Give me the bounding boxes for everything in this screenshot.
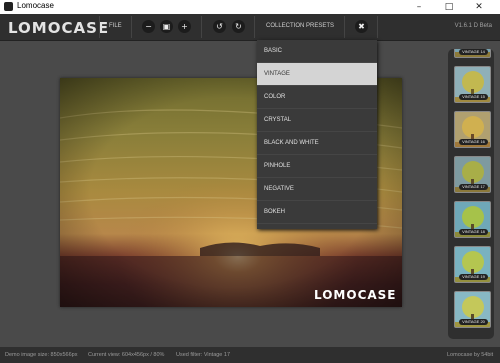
preset-negative[interactable]: NEGATIVE — [257, 178, 377, 201]
thumbnail-label: VINTAGE 18 — [459, 229, 488, 235]
thumbnail-label: VINTAGE 15 — [459, 94, 488, 100]
collection-presets-button[interactable]: COLLECTION PRESETS — [266, 23, 334, 29]
filter-thumbnail[interactable]: VINTAGE 19 — [454, 246, 491, 283]
filter-thumbnail[interactable]: VINTAGE 18 — [454, 201, 491, 238]
window-titlebar: Lomocase – □ ✕ — [0, 0, 500, 14]
preset-crystal[interactable]: CRYSTAL — [257, 109, 377, 132]
toolbar-divider — [131, 16, 132, 38]
thumbnail-label: VINTAGE 20 — [459, 319, 488, 325]
thumbnail-label: VINTAGE 17 — [459, 184, 488, 190]
build-status: Lomocase by 54bit — [447, 352, 494, 358]
maximize-icon[interactable]: □ — [434, 0, 464, 14]
preset-bokeh[interactable]: BOKEH — [257, 201, 377, 224]
toolbar-divider — [254, 16, 255, 38]
presets-dropdown: BASIC VINTAGE COLOR CRYSTAL BLACK AND WH… — [257, 40, 377, 229]
used-filter-status: Used filter: Vintage 17 — [176, 352, 231, 358]
fit-to-screen-icon[interactable]: ▣ — [160, 20, 173, 33]
toolbar-divider — [99, 16, 100, 38]
thumbnail-label: VINTAGE 14 — [459, 49, 488, 55]
preset-color[interactable]: COLOR — [257, 86, 377, 109]
toolbar-divider — [377, 16, 378, 38]
toolbar: LOMOCASE FILE − ▣ + ↺ ↻ COLLECTION PRESE… — [0, 14, 500, 41]
preset-pinhole[interactable]: PINHOLE — [257, 155, 377, 178]
zoom-in-icon[interactable]: + — [178, 20, 191, 33]
photo-watermark-logo: LOMOCASE — [314, 288, 397, 302]
filter-thumbnail[interactable]: VINTAGE 16 — [454, 111, 491, 148]
close-icon[interactable]: ✕ — [464, 0, 494, 14]
version-label: V1.6.1 D Beta — [454, 23, 492, 29]
app-icon — [4, 2, 13, 11]
file-menu-button[interactable]: FILE — [109, 23, 122, 29]
status-bar: Demo image size: 850x566px Current view:… — [0, 347, 500, 363]
close-presets-icon[interactable]: ✖ — [355, 20, 368, 33]
window-title: Lomocase — [17, 1, 54, 10]
minimize-icon[interactable]: – — [404, 0, 434, 14]
preset-black-and-white[interactable]: BLACK AND WHITE — [257, 132, 377, 155]
thumbnail-label: VINTAGE 16 — [459, 139, 488, 145]
preset-basic[interactable]: BASIC — [257, 40, 377, 63]
filter-thumbnail[interactable]: VINTAGE 20 — [454, 291, 491, 328]
app-logo: LOMOCASE — [8, 19, 110, 37]
zoom-out-icon[interactable]: − — [142, 20, 155, 33]
toolbar-divider — [344, 16, 345, 38]
filter-thumbnail[interactable]: VINTAGE 14 — [454, 49, 491, 58]
filter-thumbnails-panel: VINTAGE 14 VINTAGE 15 VINTAGE 16 VINTAGE… — [448, 49, 494, 339]
filter-thumbnail[interactable]: VINTAGE 17 — [454, 156, 491, 193]
toolbar-divider — [201, 16, 202, 38]
current-view-status: Current view: 604x456px / 80% — [88, 352, 165, 358]
filter-thumbnail[interactable]: VINTAGE 15 — [454, 66, 491, 103]
thumbnail-label: VINTAGE 19 — [459, 274, 488, 280]
rotate-right-icon[interactable]: ↻ — [232, 20, 245, 33]
preset-vintage[interactable]: VINTAGE — [257, 63, 377, 86]
image-size-status: Demo image size: 850x566px — [5, 352, 78, 358]
rotate-left-icon[interactable]: ↺ — [213, 20, 226, 33]
